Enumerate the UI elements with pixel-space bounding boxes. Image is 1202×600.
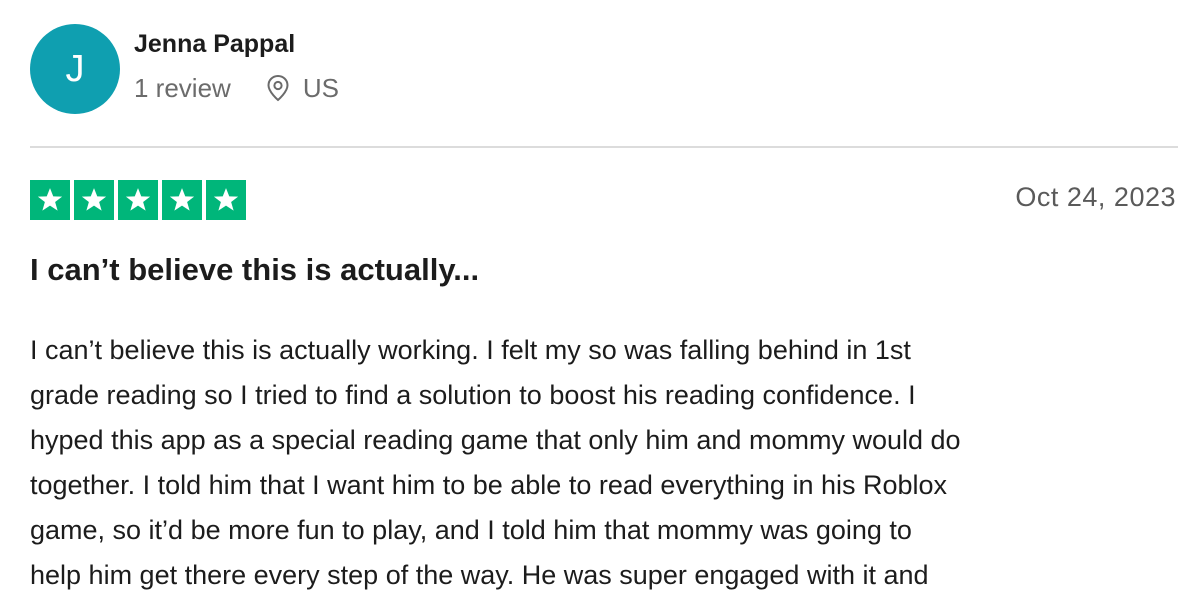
- review-body: I can’t believe this is actually working…: [30, 335, 961, 590]
- reviewer-name[interactable]: Jenna Pappal: [134, 29, 339, 59]
- divider: [30, 146, 1178, 148]
- star-rating: [30, 180, 250, 220]
- star-icon: [162, 180, 202, 220]
- review-count: 1 review: [134, 72, 231, 103]
- reviewer-location: US: [265, 73, 339, 104]
- star-icon: [118, 180, 158, 220]
- reviewer-info: Jenna Pappal 1 review US: [134, 30, 339, 104]
- review-date: Oct 24, 2023: [1015, 182, 1176, 212]
- star-icon: [74, 180, 114, 220]
- map-pin-icon: [265, 74, 291, 102]
- avatar-initial: J: [65, 47, 85, 90]
- reviewer-meta: 1 review US: [134, 73, 339, 104]
- star-icon: [30, 180, 70, 220]
- avatar[interactable]: J: [30, 24, 120, 114]
- reviewer-header: J Jenna Pappal 1 review US: [30, 24, 339, 114]
- location-text: US: [302, 72, 339, 103]
- star-icon: [206, 180, 246, 220]
- review-title[interactable]: I can’t believe this is actually...: [30, 252, 479, 288]
